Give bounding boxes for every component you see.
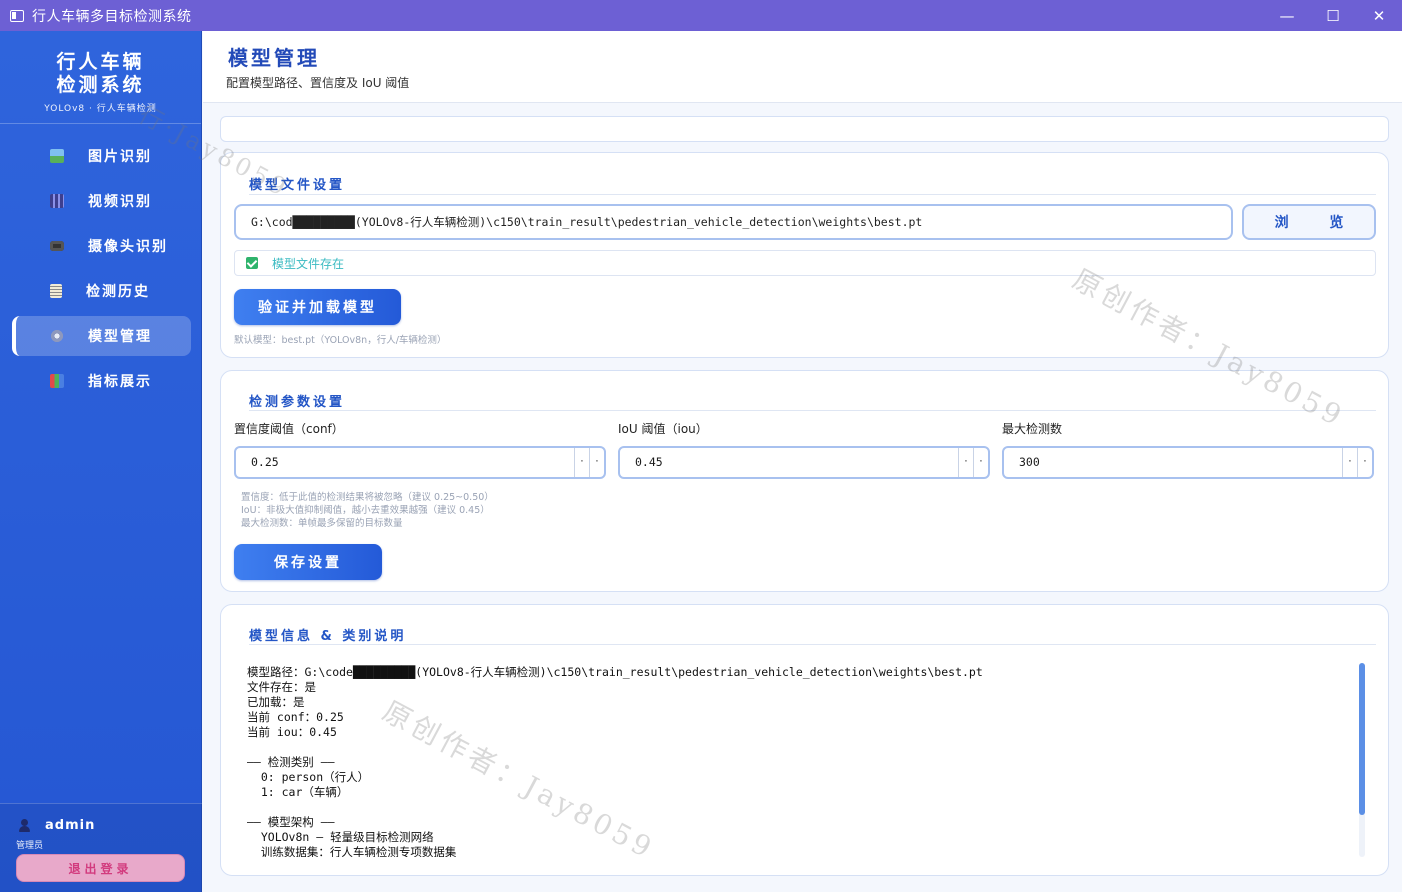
sidebar-item-label: 视频识别: [88, 194, 152, 210]
model-file-card: 模型文件设置 G:\cod█████████(YOLOv8-行人车辆检测)\c1…: [220, 152, 1389, 358]
sidebar-item-label: 检测历史: [86, 284, 150, 300]
user-icon: [18, 819, 31, 832]
params-hint-3: 最大检测数：单帧最多保留的目标数量: [241, 518, 403, 529]
close-button[interactable]: ✕: [1356, 0, 1402, 31]
spin-up-button[interactable]: ·: [973, 448, 988, 477]
page-title: 模型管理: [228, 46, 320, 70]
sidebar-item-label: 摄像头识别: [88, 239, 168, 255]
sidebar-item-label: 模型管理: [88, 329, 152, 345]
verify-load-button[interactable]: 验证并加载模型: [234, 289, 401, 325]
spin-buttons: · ·: [958, 448, 988, 477]
sidebar-item-history[interactable]: 检测历史: [12, 271, 191, 311]
minimize-button[interactable]: —: [1264, 0, 1310, 31]
brand-subtitle: YOLOv8 · 行人车辆检测: [44, 104, 157, 114]
max-det-label: 最大检测数: [1002, 422, 1063, 436]
sidebar-item-metrics[interactable]: 指标展示: [12, 361, 191, 401]
spin-up-button[interactable]: ·: [1357, 448, 1372, 477]
spin-up-button[interactable]: ·: [589, 448, 604, 477]
params-card: 检测参数设置 置信度阈值（conf） 0.25 · · IoU 阈值（iou） …: [220, 370, 1389, 592]
checkbox-icon: [246, 257, 258, 269]
spin-buttons: · ·: [574, 448, 604, 477]
sidebar-item-video[interactable]: 视频识别: [12, 181, 191, 221]
model-status: 模型文件存在: [234, 250, 1376, 276]
section-divider: [249, 644, 1376, 645]
gear-icon: [50, 329, 64, 343]
logout-button[interactable]: 退出登录: [16, 854, 185, 882]
conf-spinbox[interactable]: 0.25 · ·: [234, 446, 606, 479]
sidebar-item-model[interactable]: 模型管理: [12, 316, 191, 356]
spin-down-button[interactable]: ·: [1342, 448, 1357, 477]
camera-icon: [50, 241, 64, 251]
params-hint-2: IoU：非极大值抑制阈值，越小去重效果越强（建议 0.45）: [241, 505, 490, 516]
conf-value: 0.25: [251, 455, 279, 469]
max-det-spinbox[interactable]: 300 · ·: [1002, 446, 1374, 479]
spin-buttons: · ·: [1342, 448, 1372, 477]
title-bar: 行人车辆多目标检测系统 — ☐ ✕: [0, 0, 1402, 31]
picture-icon: [50, 149, 64, 163]
page-header: 模型管理 配置模型路径、置信度及 IoU 阈值: [203, 31, 1402, 103]
default-model-hint: 默认模型：best.pt（YOLOv8n，行人/车辆检测）: [234, 335, 447, 346]
iou-value: 0.45: [635, 455, 663, 469]
brand-title-line1: 行人车辆: [56, 51, 145, 73]
params-hint-1: 置信度：低于此值的检测结果将被忽略（建议 0.25~0.50）: [241, 492, 494, 503]
page-subtitle: 配置模型路径、置信度及 IoU 阈值: [226, 76, 410, 90]
conf-label: 置信度阈值（conf）: [234, 422, 344, 436]
iou-spinbox[interactable]: 0.45 · ·: [618, 446, 990, 479]
model-status-text: 模型文件存在: [272, 256, 345, 271]
sidebar-footer: admin 管理员 退出登录: [0, 803, 202, 892]
clapper-icon: [50, 194, 64, 208]
section-title: 模型文件设置: [249, 178, 346, 193]
maximize-button[interactable]: ☐: [1310, 0, 1356, 31]
user-role: 管理员: [16, 841, 44, 851]
app-icon: [10, 9, 24, 22]
model-info-text: 模型路径：G:\code█████████(YOLOv8-行人车辆检测)\c15…: [247, 665, 983, 857]
model-info-card: 模型信息 & 类别说明 模型路径：G:\code█████████(YOLOv8…: [220, 604, 1389, 876]
info-scrollbar[interactable]: [1359, 663, 1365, 857]
sidebar-item-image[interactable]: 图片识别: [12, 136, 191, 176]
notepad-icon: [50, 284, 62, 298]
iou-label: IoU 阈值（iou）: [618, 422, 708, 436]
sidebar-item-label: 指标展示: [88, 374, 152, 390]
browse-button[interactable]: 浏 览: [1242, 204, 1376, 240]
section-title: 模型信息 & 类别说明: [249, 629, 407, 644]
sidebar-item-label: 图片识别: [88, 149, 152, 165]
section-title: 检测参数设置: [249, 395, 346, 410]
brand-title-line2: 检测系统: [56, 74, 145, 96]
window-controls: — ☐ ✕: [1264, 0, 1402, 31]
top-strip: [220, 116, 1389, 142]
save-settings-button[interactable]: 保存设置: [234, 544, 382, 580]
brand: 行人车辆 检测系统 YOLOv8 · 行人车辆检测: [0, 31, 201, 124]
sidebar-item-camera[interactable]: 摄像头识别: [12, 226, 191, 266]
section-divider: [249, 410, 1376, 411]
sidebar: 行人车辆 检测系统 YOLOv8 · 行人车辆检测 图片识别 视频识别 摄像头识…: [0, 31, 202, 892]
spin-down-button[interactable]: ·: [574, 448, 589, 477]
scrollbar-thumb[interactable]: [1359, 663, 1365, 815]
section-divider: [249, 194, 1376, 195]
user-name: admin: [45, 818, 96, 833]
user-info: admin: [18, 818, 95, 833]
model-path-input[interactable]: G:\cod█████████(YOLOv8-行人车辆检测)\c150\trai…: [234, 204, 1233, 240]
bar-chart-icon: [50, 374, 64, 388]
window-title: 行人车辆多目标检测系统: [32, 8, 192, 25]
max-det-value: 300: [1019, 455, 1040, 469]
spin-down-button[interactable]: ·: [958, 448, 973, 477]
